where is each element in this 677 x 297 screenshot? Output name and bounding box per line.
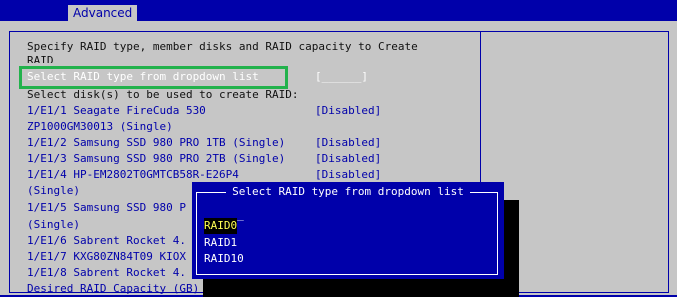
disk-item-3-status[interactable]: [Disabled]	[315, 151, 381, 167]
raid-type-value[interactable]: [______]	[315, 69, 368, 85]
raid-type-highlight-box	[19, 66, 288, 89]
top-menu-bar: Advanced	[0, 0, 677, 21]
dropdown-option-raid0[interactable]: RAID0	[204, 218, 238, 234]
dropdown-option-raid10[interactable]: RAID10	[204, 251, 244, 267]
disk-item-8[interactable]: 1/E1/8 Sabrent Rocket 4.	[27, 265, 186, 281]
disk-item-7[interactable]: 1/E1/7 KXG80ZN84T09 KIOX	[27, 249, 186, 265]
disk-item-1-model: ZP1000GM30013 (Single)	[27, 120, 173, 133]
tab-advanced[interactable]: Advanced	[68, 5, 138, 21]
help-text-line-1: Specify RAID type, member disks and RAID…	[27, 40, 418, 53]
popup-title: Select RAID type from dropdown list	[192, 184, 504, 200]
bios-setup-screen: Advanced Specify RAID type, member disks…	[0, 0, 677, 297]
disk-item-2-status[interactable]: [Disabled]	[315, 135, 381, 151]
disk-item-1[interactable]: 1/E1/1 Seagate FireCuda 530	[27, 103, 206, 119]
disk-item-4-mode: (Single)	[27, 184, 80, 197]
disk-item-4-status[interactable]: [Disabled]	[315, 167, 381, 183]
disks-heading: Select disk(s) to be used to create RAID…	[27, 88, 299, 101]
disk-item-5[interactable]: 1/E1/5 Samsung SSD 980 P	[27, 200, 186, 216]
disk-item-2[interactable]: 1/E1/2 Samsung SSD 980 PRO 1TB (Single)	[27, 135, 285, 151]
dropdown-option-raid1[interactable]: RAID1	[204, 235, 237, 251]
help-text-line-2: RAID	[27, 54, 54, 63]
disk-item-1-status[interactable]: [Disabled]	[315, 103, 381, 119]
popup-title-text: Select RAID type from dropdown list	[226, 185, 470, 198]
disk-item-5-mode: (Single)	[27, 218, 80, 231]
disk-item-6[interactable]: 1/E1/6 Sabrent Rocket 4.	[27, 233, 186, 249]
disk-item-3[interactable]: 1/E1/3 Samsung SSD 980 PRO 2TB (Single)	[27, 151, 285, 167]
disk-item-4[interactable]: 1/E1/4 HP-EM2802T0GMTCB58R-E26P4	[27, 167, 239, 183]
raid-type-dropdown-popup: Select RAID type from dropdown list ____…	[192, 182, 504, 279]
